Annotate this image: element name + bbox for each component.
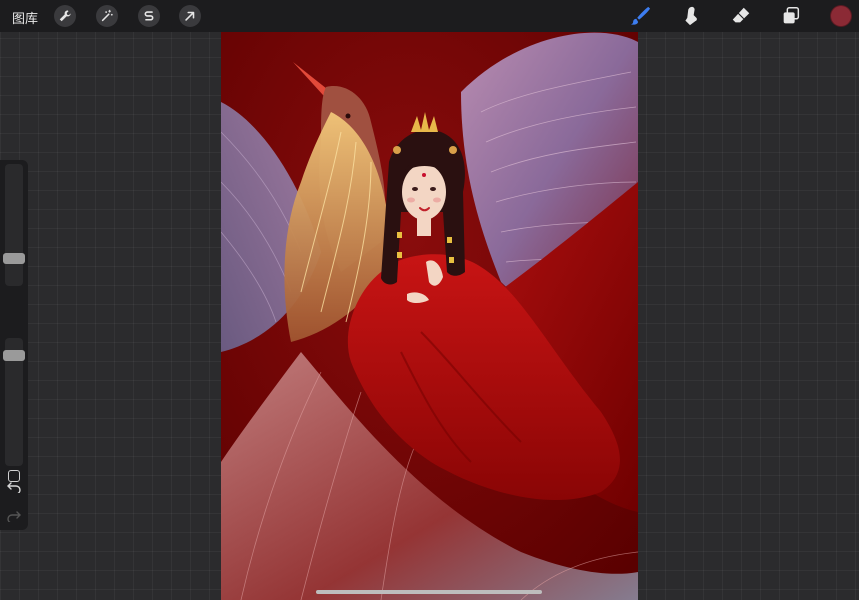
wrench-icon <box>59 10 71 22</box>
transform-button[interactable] <box>179 5 201 27</box>
actions-button[interactable] <box>54 5 76 27</box>
brush-tool-button[interactable] <box>628 4 652 28</box>
redo-icon <box>7 511 21 522</box>
artwork-illustration <box>221 32 638 600</box>
layers-button[interactable] <box>779 4 803 28</box>
selection-s-icon <box>144 11 154 21</box>
drawing-canvas[interactable] <box>221 32 638 600</box>
brush-opacity-slider[interactable] <box>3 338 25 466</box>
brush-icon <box>630 6 651 25</box>
left-sidebar <box>0 160 28 530</box>
brush-size-slider[interactable] <box>3 164 25 286</box>
brush-size-thumb[interactable] <box>3 253 25 264</box>
eraser-tool-button[interactable] <box>729 4 753 28</box>
eraser-icon <box>732 7 750 23</box>
home-indicator <box>316 590 542 594</box>
smudge-tool-button[interactable] <box>678 4 702 28</box>
adjustments-button[interactable] <box>96 5 118 27</box>
color-picker-button[interactable] <box>831 6 851 26</box>
redo-button[interactable] <box>6 509 22 523</box>
selection-button[interactable] <box>138 5 160 27</box>
top-toolbar: 图库 <box>0 0 859 32</box>
undo-button[interactable] <box>6 480 22 494</box>
smudge-finger-icon <box>685 6 697 26</box>
brush-opacity-thumb[interactable] <box>3 350 25 361</box>
undo-icon <box>7 482 21 493</box>
layers-icon <box>783 7 800 24</box>
gallery-button[interactable]: 图库 <box>12 8 38 27</box>
arrow-cursor-icon <box>185 11 195 21</box>
magic-wand-icon <box>101 9 113 22</box>
